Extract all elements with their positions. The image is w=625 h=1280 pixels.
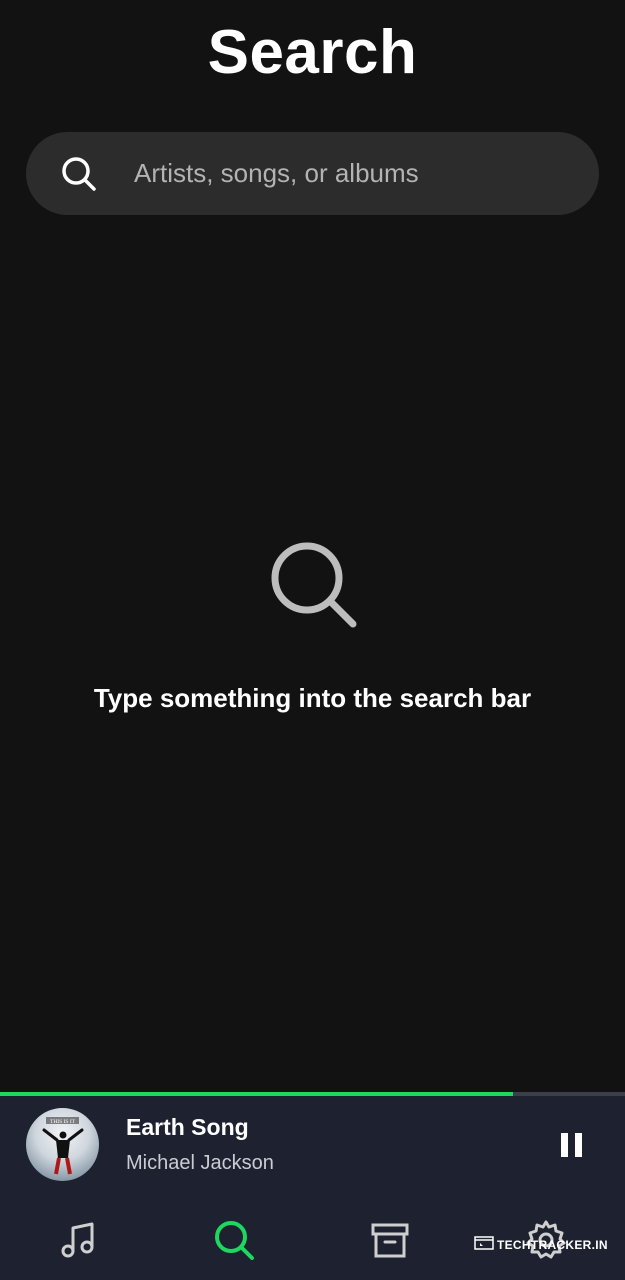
pause-button[interactable] [556,1130,588,1160]
music-note-icon [58,1220,98,1265]
nav-tab-search[interactable] [210,1218,258,1266]
watermark: TECHTRACKER.IN [474,1236,608,1253]
page-title: Search [207,18,418,87]
search-icon [267,538,359,630]
search-icon [60,155,98,193]
empty-state-message: Type something into the search bar [93,683,532,713]
track-title[interactable]: Earth Song [126,1114,249,1141]
browser-window-icon [474,1236,494,1253]
search-input[interactable] [134,158,599,189]
empty-state: Type something into the search bar [0,538,625,714]
album-art-text: THIS IS IT [50,1119,76,1125]
archive-box-icon [369,1219,411,1266]
search-bar[interactable] [26,132,599,215]
pause-icon [556,1133,588,1164]
search-icon [212,1218,256,1267]
nav-tab-music[interactable] [54,1218,102,1266]
album-art: THIS IS IT [26,1108,99,1181]
nav-tab-library[interactable] [366,1218,414,1266]
watermark-text: TECHTRACKER.IN [497,1237,608,1252]
track-artist[interactable]: Michael Jackson [126,1152,274,1175]
